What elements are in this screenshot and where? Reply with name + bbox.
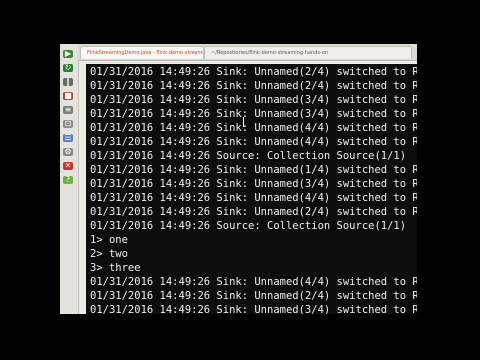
ide-window: ▶ ↻ ‖ ■ ≡ ⊡ ☰ ⚙ ✕ ? FlinkStreamingDemo.j… <box>60 44 417 314</box>
console-output-line: 2> two <box>90 248 128 260</box>
step-icon[interactable]: ≡ <box>63 106 73 114</box>
tab-flink-streaming-demo[interactable]: FlinkStreamingDemo.java - flink-demo-str… <box>80 46 204 59</box>
dump-icon[interactable]: ☰ <box>63 134 73 142</box>
console-line: 01/31/2016 14:49:26 Sink: Unnamed(3/4) s… <box>90 108 417 120</box>
console-line: 01/31/2016 14:49:26 Sink: Unnamed(3/4) s… <box>90 94 417 106</box>
console-line: 01/31/2016 14:49:26 Sink: Unnamed(2/4) s… <box>90 206 417 218</box>
console-line: 01/31/2016 14:49:26 Sink: Unnamed(2/4) s… <box>90 66 417 78</box>
run-icon[interactable]: ▶ <box>63 50 73 58</box>
console-line: 01/31/2016 14:49:26 Sink: Unnamed(3/4) s… <box>90 178 417 190</box>
rerun-icon[interactable]: ↻ <box>63 64 73 72</box>
stop-icon[interactable]: ■ <box>63 92 73 100</box>
console-line: 01/31/2016 14:49:26 Source: Collection S… <box>90 220 407 232</box>
tab-bar: FlinkStreamingDemo.java - flink-demo-str… <box>78 44 417 61</box>
console-line: 01/31/2016 14:49:26 Sink: Unnamed(4/4) s… <box>90 136 417 148</box>
settings-icon[interactable]: ⚙ <box>63 148 73 156</box>
console-line: 01/31/2016 14:49:26 Sink: Unnamed(4/4) s… <box>90 122 417 134</box>
console-line: 01/31/2016 14:49:26 Sink: Unnamed(4/4) s… <box>90 192 417 204</box>
console-line: 01/31/2016 14:49:26 Sink: Unnamed(1/4) s… <box>90 164 417 176</box>
text-cursor <box>243 117 244 127</box>
run-console[interactable]: 01/31/2016 14:49:26 Sink: Unnamed(2/4) s… <box>86 64 417 314</box>
console-line: 01/31/2016 14:49:26 Sink: Unnamed(3/4) s… <box>90 304 417 314</box>
help-icon[interactable]: ? <box>63 176 73 184</box>
console-line: 01/31/2016 14:49:26 Source: Collection S… <box>90 150 407 162</box>
console-output-line: 3> three <box>90 262 141 274</box>
tab-repositories-path[interactable]: ~/Repositories/flink-demo-streaming-hand… <box>204 46 412 59</box>
console-line: 01/31/2016 14:49:26 Sink: Unnamed(2/4) s… <box>90 80 417 92</box>
restore-icon[interactable]: ⊡ <box>63 120 73 128</box>
console-line: 01/31/2016 14:49:26 Sink: Unnamed(2/4) s… <box>90 290 417 302</box>
run-toolbar: ▶ ↻ ‖ ■ ≡ ⊡ ☰ ⚙ ✕ ? <box>60 44 79 314</box>
pause-icon[interactable]: ‖ <box>63 78 73 86</box>
close-icon[interactable]: ✕ <box>63 162 73 170</box>
console-output-line: 1> one <box>90 234 128 246</box>
console-line: 01/31/2016 14:49:26 Sink: Unnamed(4/4) s… <box>90 276 417 288</box>
